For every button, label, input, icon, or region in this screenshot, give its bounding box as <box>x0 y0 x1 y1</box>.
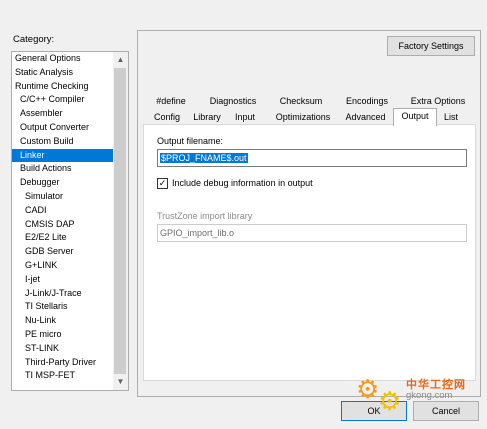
gear-icon-small: ⚙ <box>378 386 402 416</box>
tabs-row-2: Config Library Input Optimizations Advan… <box>143 108 476 126</box>
category-item-j-link-j-trace[interactable]: J-Link/J-Trace <box>12 287 113 301</box>
include-debug-checkbox[interactable]: ✓ <box>157 178 168 189</box>
category-item-i-jet[interactable]: I-jet <box>12 273 113 287</box>
category-item-output-converter[interactable]: Output Converter <box>12 121 113 135</box>
category-item-pe-micro[interactable]: PE micro <box>12 328 113 342</box>
category-item-debugger[interactable]: Debugger <box>12 176 113 190</box>
category-item-third-party-driver[interactable]: Third-Party Driver <box>12 356 113 370</box>
trustzone-input: GPIO_import_lib.o <box>157 224 467 242</box>
tab-extra-options[interactable]: Extra Options <box>405 94 471 109</box>
tab-optimizations[interactable]: Optimizations <box>264 110 342 125</box>
scroll-down-icon[interactable]: ▼ <box>113 375 128 389</box>
category-item-nu-link[interactable]: Nu-Link <box>12 314 113 328</box>
tab-diagnostics[interactable]: Diagnostics <box>203 94 263 109</box>
category-item-e2-e2-lite[interactable]: E2/E2 Lite <box>12 231 113 245</box>
tab-list[interactable]: List <box>438 110 464 125</box>
category-item-build-actions[interactable]: Build Actions <box>12 162 113 176</box>
checkmark-icon: ✓ <box>158 178 167 188</box>
category-item-ti-stellaris[interactable]: TI Stellaris <box>12 300 113 314</box>
category-item-simulator[interactable]: Simulator <box>12 190 113 204</box>
category-scrollbar[interactable]: ▲ ▼ <box>113 52 128 390</box>
tab-checksum[interactable]: Checksum <box>273 94 329 109</box>
category-item-assembler[interactable]: Assembler <box>12 107 113 121</box>
category-item-c-c-compiler[interactable]: C/C++ Compiler <box>12 93 113 107</box>
scroll-up-icon[interactable]: ▲ <box>113 53 128 67</box>
category-items: General Options Static Analysis Runtime Ch… <box>12 52 128 383</box>
tab-advanced[interactable]: Advanced <box>343 110 388 125</box>
watermark-domain: gkong.com <box>406 390 453 401</box>
category-item-static-analysis[interactable]: Static Analysis <box>12 66 113 80</box>
watermark: ⚙ ⚙ 中华工控网 gkong.com <box>352 374 482 424</box>
output-filename-input[interactable]: $PROJ_FNAME$.out <box>157 149 467 167</box>
category-item-g-link[interactable]: G+LINK <box>12 259 113 273</box>
tabs-row-1: #define Diagnostics Checksum Encodings E… <box>143 94 476 109</box>
tab-encodings[interactable]: Encodings <box>339 94 395 109</box>
category-item-linker[interactable]: Linker <box>12 148 113 163</box>
output-filename-value: $PROJ_FNAME$.out <box>160 153 248 163</box>
include-debug-label[interactable]: Include debug information in output <box>172 178 313 188</box>
gear-icon: ⚙ <box>356 374 380 404</box>
category-item-st-link[interactable]: ST-LINK <box>12 342 113 356</box>
tab-library[interactable]: Library <box>188 110 226 125</box>
category-item-ti-msp-fet[interactable]: TI MSP-FET <box>12 369 113 383</box>
tab-config[interactable]: Config <box>147 110 187 125</box>
category-item-cmsis-dap[interactable]: CMSIS DAP <box>12 218 113 232</box>
category-item-cadi[interactable]: CADI <box>12 204 113 218</box>
factory-settings-button[interactable]: Factory Settings <box>387 36 475 56</box>
trustzone-label: TrustZone import library <box>157 211 253 221</box>
category-item-gdb-server[interactable]: GDB Server <box>12 245 113 259</box>
category-item-custom-build[interactable]: Custom Build <box>12 135 113 149</box>
category-label: Category: <box>13 34 55 45</box>
scrollbar-thumb[interactable] <box>114 68 126 374</box>
output-filename-label: Output filename: <box>157 136 224 146</box>
tab-input[interactable]: Input <box>228 110 262 125</box>
category-item-general-options[interactable]: General Options <box>12 52 113 66</box>
category-item-runtime-checking[interactable]: Runtime Checking <box>12 80 113 94</box>
category-list[interactable]: General Options Static Analysis Runtime Ch… <box>11 51 129 391</box>
tab-output[interactable]: Output <box>393 108 437 126</box>
output-tab-content: Output filename: $PROJ_FNAME$.out ✓ Incl… <box>143 124 476 381</box>
tab-define[interactable]: #define <box>149 94 193 109</box>
